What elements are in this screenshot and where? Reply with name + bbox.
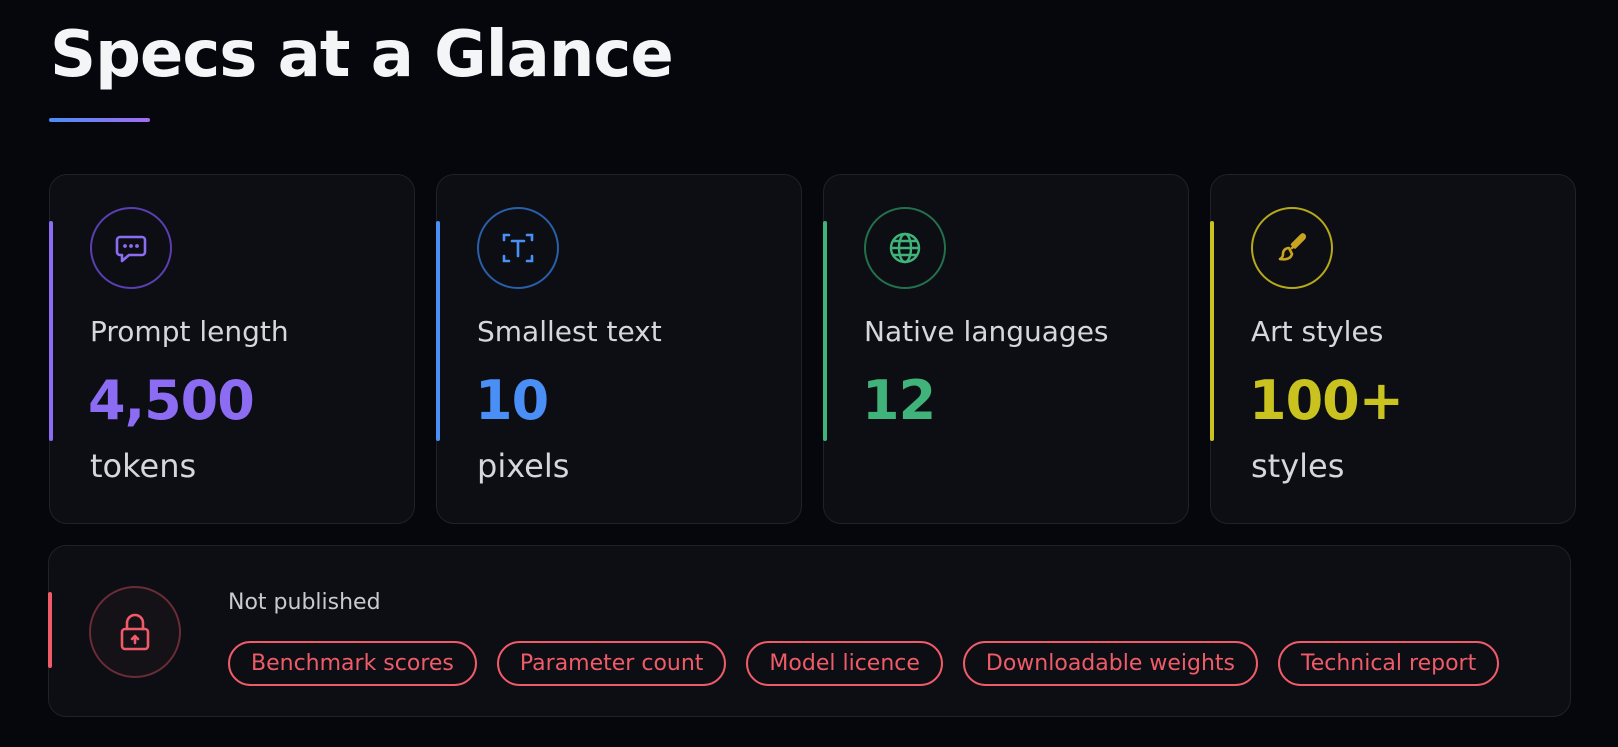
chip-model-licence: Model licence	[746, 641, 943, 686]
spec-value: 12	[862, 369, 936, 432]
accent-bar	[49, 221, 53, 441]
spec-unit: pixels	[477, 447, 570, 485]
paintbrush-icon	[1251, 207, 1333, 289]
spec-card-smallest-text: Smallest text 10 pixels	[436, 174, 802, 524]
text-scan-icon	[477, 207, 559, 289]
page-title: Specs at a Glance	[50, 18, 674, 92]
spec-value: 100+	[1249, 369, 1404, 432]
title-underline	[49, 118, 150, 122]
chip-technical-report: Technical report	[1278, 641, 1500, 686]
chip-benchmark-scores: Benchmark scores	[228, 641, 477, 686]
accent-bar	[823, 221, 827, 441]
spec-label: Smallest text	[477, 315, 662, 348]
not-published-heading: Not published	[228, 590, 381, 615]
unpublished-items: Benchmark scores Parameter count Model l…	[228, 641, 1500, 686]
spec-card-prompt-length: Prompt length 4,500 tokens	[49, 174, 415, 524]
accent-bar	[436, 221, 440, 441]
chip-parameter-count: Parameter count	[496, 641, 727, 686]
spec-value: 4,500	[88, 369, 255, 432]
lock-icon	[89, 586, 181, 678]
spec-label: Prompt length	[90, 315, 289, 348]
spec-card-native-languages: Native languages 12	[823, 174, 1189, 524]
spec-card-art-styles: Art styles 100+ styles	[1210, 174, 1576, 524]
spec-value: 10	[475, 369, 549, 432]
not-published-panel: Not published Benchmark scores Parameter…	[48, 545, 1571, 717]
spec-label: Art styles	[1251, 315, 1384, 348]
accent-bar	[48, 592, 52, 668]
globe-icon	[864, 207, 946, 289]
accent-bar	[1210, 221, 1214, 441]
chip-downloadable-weights: Downloadable weights	[962, 641, 1258, 686]
spec-unit: styles	[1251, 447, 1345, 485]
spec-unit: tokens	[90, 447, 197, 485]
chat-bubble-icon	[90, 207, 172, 289]
spec-label: Native languages	[864, 315, 1109, 348]
